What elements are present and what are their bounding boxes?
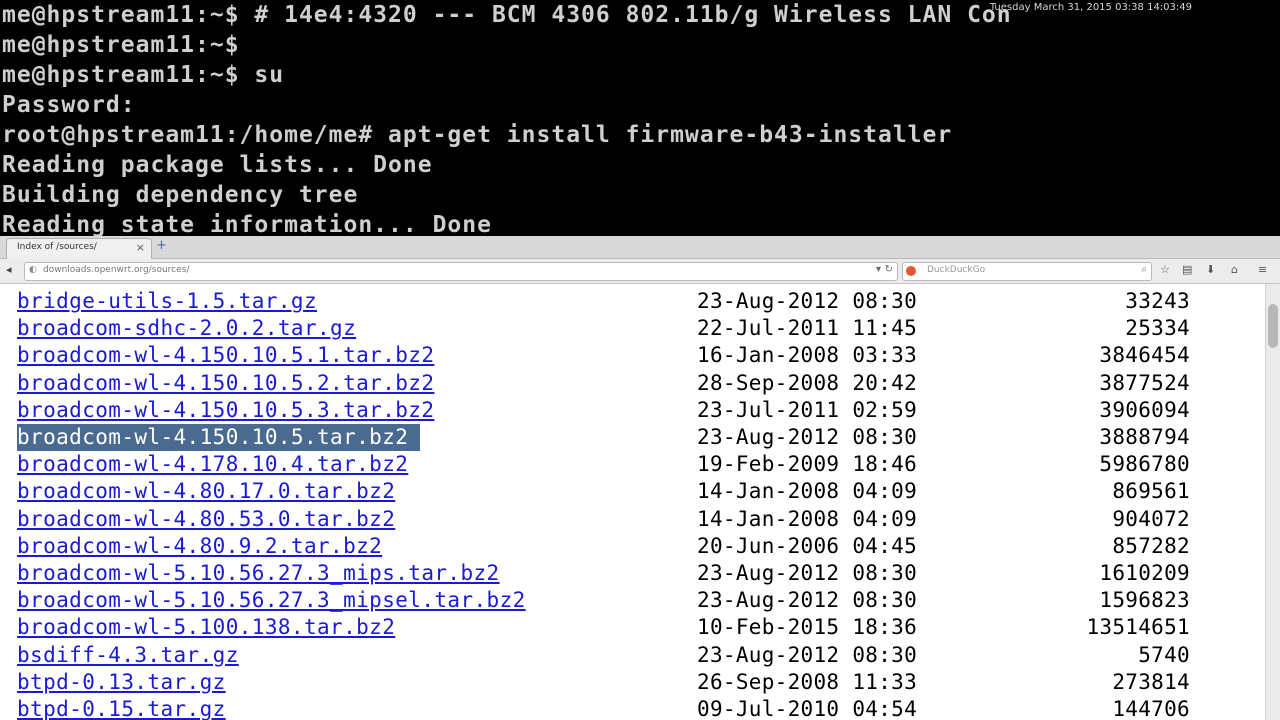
menu-icon[interactable]: ≡ xyxy=(1258,263,1267,276)
browser-window: Index of /sources/ × + ◂ ◐ downloads.ope… xyxy=(0,236,1280,720)
listing-row: broadcom-wl-4.150.10.5.2.tar.bz2 28-Sep-2… xyxy=(0,370,1266,399)
file-size: 144706 xyxy=(1112,697,1190,720)
new-tab-icon[interactable]: + xyxy=(156,239,167,253)
listing-row: bsdiff-4.3.tar.gz 23-Aug-2012 08:30 5740 xyxy=(0,642,1266,671)
listing-row: broadcom-wl-5.100.138.tar.bz2 10-Feb-2015… xyxy=(0,614,1266,643)
file-size: 5740 xyxy=(1138,642,1190,667)
file-date: 23-Aug-2012 08:30 xyxy=(697,289,918,313)
file-size: 869561 xyxy=(1112,479,1190,504)
vertical-scrollbar[interactable] xyxy=(1265,284,1280,720)
file-link[interactable]: bridge-utils-1.5.tar.gz xyxy=(17,288,317,315)
search-bar[interactable]: DuckDuckGo ⌕ xyxy=(902,262,1152,281)
tab-bar: Index of /sources/ × + xyxy=(0,236,1280,259)
file-size: 3906094 xyxy=(1099,397,1190,422)
file-size: 3877524 xyxy=(1099,370,1190,395)
file-size: 33243 xyxy=(1125,289,1190,313)
desktop-clock: Tuesday March 31, 2015 03:38 14:03:49 xyxy=(989,2,1192,13)
url-text[interactable]: downloads.openwrt.org/sources/ xyxy=(43,265,189,275)
home-icon[interactable]: ⌂ xyxy=(1231,263,1238,276)
listing-row: btpd-0.15.tar.gz 09-Jul-2010 04:54 144706 xyxy=(0,696,1266,720)
terminal-line: me@hpstream11:~$ su xyxy=(2,62,285,88)
bookmark-star-icon[interactable]: ☆ xyxy=(1160,263,1170,276)
file-date: 23-Aug-2012 08:30 xyxy=(697,642,918,667)
terminal-line: Password: xyxy=(2,92,136,118)
file-size: 3846454 xyxy=(1099,343,1190,368)
file-date: 26-Sep-2008 11:33 xyxy=(697,669,918,694)
listing-row: broadcom-wl-5.10.56.27.3_mipsel.tar.bz2 2… xyxy=(0,587,1266,616)
file-link[interactable]: broadcom-wl-4.80.17.0.tar.bz2 xyxy=(17,478,395,505)
scrollbar-thumb[interactable] xyxy=(1268,304,1278,348)
terminal-line: Building dependency tree xyxy=(2,182,359,208)
terminal-line: me@hpstream11:~$ xyxy=(2,32,240,58)
terminal-line: me@hpstream11:~$ # 14e4:4320 --- BCM 430… xyxy=(2,2,1012,28)
file-link[interactable]: broadcom-wl-4.150.10.5.tar.bz2 xyxy=(17,424,421,451)
listing-row: broadcom-wl-4.178.10.4.tar.bz2 19-Feb-200… xyxy=(0,451,1266,480)
file-link[interactable]: broadcom-wl-4.150.10.5.1.tar.bz2 xyxy=(17,342,434,369)
listing-row: broadcom-wl-4.150.10.5.3.tar.bz2 23-Jul-2… xyxy=(0,397,1266,426)
file-link[interactable]: broadcom-wl-4.80.53.0.tar.bz2 xyxy=(17,506,395,533)
duckduckgo-icon[interactable] xyxy=(906,266,916,276)
file-link[interactable]: btpd-0.15.tar.gz xyxy=(17,696,226,720)
file-size: 1610209 xyxy=(1099,561,1190,585)
listing-row: broadcom-wl-4.80.17.0.tar.bz2 14-Jan-2008… xyxy=(0,478,1266,507)
listing-row: broadcom-wl-4.150.10.5.1.tar.bz2 16-Jan-2… xyxy=(0,342,1266,371)
file-link[interactable]: broadcom-wl-4.150.10.5.2.tar.bz2 xyxy=(17,370,434,397)
url-bar[interactable]: ◐ downloads.openwrt.org/sources/ ▾ ↻ xyxy=(24,262,898,281)
file-date: 22-Jul-2011 11:45 xyxy=(697,316,918,341)
file-date: 14-Jan-2008 04:09 xyxy=(697,479,918,504)
file-link[interactable]: broadcom-wl-5.100.138.tar.bz2 xyxy=(17,614,395,641)
file-date: 16-Jan-2008 03:33 xyxy=(697,343,918,368)
file-date: 09-Jul-2010 04:54 xyxy=(697,697,918,720)
file-size: 3888794 xyxy=(1099,425,1190,449)
search-placeholder[interactable]: DuckDuckGo xyxy=(927,265,985,275)
file-link[interactable]: broadcom-wl-5.10.56.27.3_mips.tar.bz2 xyxy=(17,560,500,587)
file-date: 23-Aug-2012 08:30 xyxy=(697,588,918,613)
file-size: 13514651 xyxy=(1086,615,1190,640)
tab-title: Index of /sources/ xyxy=(17,242,97,252)
file-size: 904072 xyxy=(1112,506,1190,531)
listing-row: bridge-utils-1.5.tar.gz 23-Aug-2012 08:30… xyxy=(0,288,1266,317)
file-date: 10-Feb-2015 18:36 xyxy=(697,615,918,640)
file-date: 19-Feb-2009 18:46 xyxy=(697,452,918,477)
file-link[interactable]: broadcom-sdhc-2.0.2.tar.gz xyxy=(17,315,356,342)
listing-row: broadcom-sdhc-2.0.2.tar.gz 22-Jul-2011 11… xyxy=(0,315,1266,344)
file-date: 28-Sep-2008 20:42 xyxy=(697,370,918,395)
listing-row: broadcom-wl-5.10.56.27.3_mips.tar.bz2 23-… xyxy=(0,560,1266,589)
file-date: 14-Jan-2008 04:09 xyxy=(697,506,918,531)
file-link[interactable]: broadcom-wl-4.150.10.5.3.tar.bz2 xyxy=(17,397,434,424)
file-date: 23-Aug-2012 08:30 xyxy=(697,425,918,449)
file-link[interactable]: bsdiff-4.3.tar.gz xyxy=(17,642,239,669)
listing-row: broadcom-wl-4.80.53.0.tar.bz2 14-Jan-2008… xyxy=(0,506,1266,535)
terminal-line: Reading package lists... Done xyxy=(2,152,433,178)
terminal-line: root@hpstream11:/home/me# apt-get instal… xyxy=(2,122,953,148)
search-icon[interactable]: ⌕ xyxy=(1141,264,1147,275)
file-link[interactable]: btpd-0.13.tar.gz xyxy=(17,669,226,696)
file-size: 5986780 xyxy=(1099,452,1190,477)
file-link[interactable]: broadcom-wl-5.10.56.27.3_mipsel.tar.bz2 xyxy=(17,587,526,614)
dropdown-icon[interactable]: ▾ xyxy=(876,264,881,275)
listing-row: btpd-0.13.tar.gz 26-Sep-2008 11:33 273814 xyxy=(0,669,1266,698)
file-link[interactable]: broadcom-wl-4.178.10.4.tar.bz2 xyxy=(17,451,408,478)
reload-icon[interactable]: ↻ xyxy=(885,264,893,275)
file-link[interactable]: broadcom-wl-4.80.9.2.tar.bz2 xyxy=(17,533,382,560)
tab-index-of-sources[interactable]: Index of /sources/ × xyxy=(6,238,152,259)
file-size: 1596823 xyxy=(1099,588,1190,613)
directory-listing: bridge-utils-1.5.tar.gz 23-Aug-2012 08:30… xyxy=(0,284,1266,720)
file-size: 857282 xyxy=(1112,533,1190,558)
site-identity-icon[interactable]: ◐ xyxy=(29,265,37,275)
download-icon[interactable]: ⬇ xyxy=(1206,263,1215,276)
close-icon[interactable]: × xyxy=(136,241,145,254)
file-size: 273814 xyxy=(1112,669,1190,694)
navigation-toolbar: ◂ ◐ downloads.openwrt.org/sources/ ▾ ↻ D… xyxy=(0,259,1280,284)
file-size: 25334 xyxy=(1125,316,1190,341)
file-date: 23-Aug-2012 08:30 xyxy=(697,561,918,585)
terminal-window[interactable]: me@hpstream11:~$ # 14e4:4320 --- BCM 430… xyxy=(0,0,1280,240)
reader-icon[interactable]: ▤ xyxy=(1182,263,1192,276)
file-date: 23-Jul-2011 02:59 xyxy=(697,397,918,422)
listing-row: broadcom-wl-4.80.9.2.tar.bz2 20-Jun-2006 … xyxy=(0,533,1266,562)
file-date: 20-Jun-2006 04:45 xyxy=(697,533,918,558)
back-icon[interactable]: ◂ xyxy=(6,263,12,276)
listing-row: broadcom-wl-4.150.10.5.tar.bz2 23-Aug-201… xyxy=(0,424,1266,453)
